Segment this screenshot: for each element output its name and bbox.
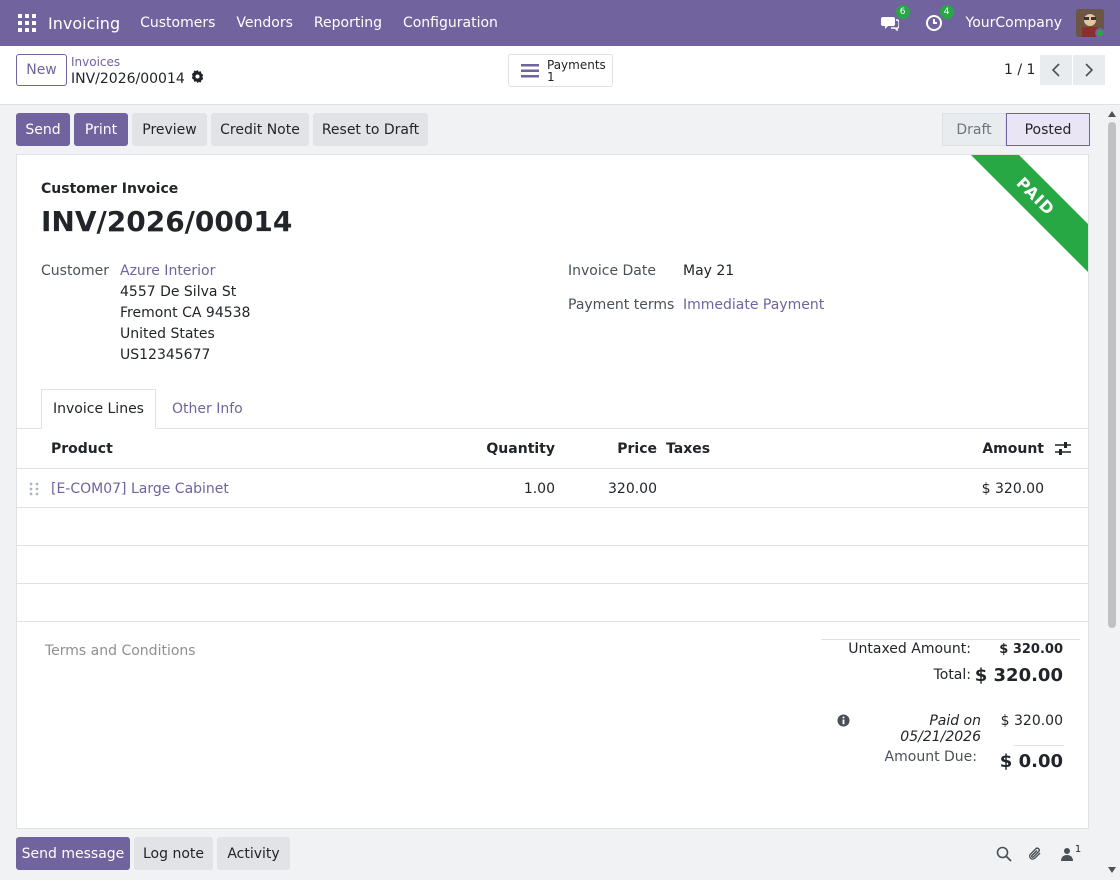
col-price[interactable]: Price [577, 429, 657, 469]
print-button[interactable]: Print [74, 113, 128, 146]
customer-label: Customer [41, 263, 110, 279]
paperclip-icon[interactable] [1025, 844, 1045, 864]
new-button[interactable]: New [16, 54, 67, 86]
chevron-left-icon [1052, 63, 1060, 77]
activities-badge: 4 [939, 5, 954, 19]
payment-terms-link[interactable]: Immediate Payment [683, 297, 824, 313]
customer-link[interactable]: Azure Interior [120, 263, 215, 279]
payments-label: Payments [547, 57, 606, 72]
menu-customers[interactable]: Customers [140, 15, 215, 31]
log-note-button[interactable]: Log note [134, 837, 213, 870]
paid-amount: $ 320.00 [1000, 713, 1063, 729]
address-line-1: 4557 De Silva St [120, 284, 237, 300]
status-draft[interactable]: Draft [942, 113, 1006, 146]
scrollbar-thumb[interactable] [1108, 122, 1116, 628]
app-name[interactable]: Invoicing [48, 14, 120, 33]
empty-row [17, 508, 1088, 546]
scroll-up-arrow-icon [1108, 111, 1116, 117]
activities-icon[interactable]: 4 [924, 5, 954, 33]
activity-button[interactable]: Activity [217, 837, 290, 870]
col-taxes[interactable]: Taxes [666, 429, 710, 469]
menu-reporting[interactable]: Reporting [314, 15, 382, 31]
invoice-date-label: Invoice Date [568, 263, 656, 279]
table-row[interactable]: [E-COM07] Large Cabinet 1.00 320.00 $ 32… [17, 469, 1088, 508]
invoice-title: INV/2026/00014 [41, 205, 293, 238]
reset-to-draft-button[interactable]: Reset to Draft [313, 113, 428, 146]
pager-value[interactable]: 1 / 1 [1004, 62, 1035, 78]
preview-button[interactable]: Preview [132, 113, 207, 146]
messages-badge: 6 [895, 5, 910, 19]
paid-ribbon: PAID [953, 155, 1088, 279]
messages-icon[interactable]: 6 [880, 5, 910, 33]
invoice-type-label: Customer Invoice [41, 181, 179, 197]
company-switcher[interactable]: YourCompany [966, 15, 1063, 31]
status-posted[interactable]: Posted [1006, 113, 1090, 146]
totals-divider [821, 639, 1080, 640]
line-product[interactable]: [E-COM07] Large Cabinet [51, 469, 229, 508]
line-quantity[interactable]: 1.00 [467, 469, 555, 508]
payment-terms-label: Payment terms [568, 297, 675, 313]
line-amount: $ 320.00 [981, 480, 1044, 497]
menu-vendors[interactable]: Vendors [236, 15, 292, 31]
followers-count: 1 [1074, 843, 1082, 855]
customer-vat: US12345677 [120, 347, 211, 363]
record-name: INV/2026/00014 [71, 70, 204, 87]
terms-and-conditions-field[interactable]: Terms and Conditions [45, 643, 196, 659]
amount-due-value: $ 0.00 [999, 751, 1063, 772]
tab-invoice-lines[interactable]: Invoice Lines [41, 389, 156, 429]
payments-smart-button[interactable]: Payments 1 [508, 54, 613, 87]
tab-other-info[interactable]: Other Info [172, 389, 243, 429]
apps-menu-icon[interactable] [18, 14, 36, 32]
paid-on-label: Paid on 05/21/2026 [900, 713, 981, 745]
user-avatar[interactable] [1076, 9, 1104, 37]
line-price[interactable]: 320.00 [577, 469, 657, 508]
due-divider [1014, 745, 1064, 746]
gear-icon[interactable] [191, 70, 204, 87]
invoice-date-field[interactable]: May 21 [683, 263, 734, 279]
lines-table-header: Product Quantity Price Taxes Amount [17, 429, 1088, 469]
send-message-button[interactable]: Send message [16, 837, 130, 870]
invoice-sheet: PAID Customer Invoice INV/2026/00014 Cus… [16, 154, 1089, 829]
column-settings-icon[interactable] [1055, 429, 1071, 469]
address-line-2: Fremont CA 94538 [120, 305, 251, 321]
amount-due-label: Amount Due: [884, 749, 977, 765]
untaxed-amount-value: $ 320.00 [999, 642, 1063, 657]
untaxed-amount-label: Untaxed Amount: [848, 641, 971, 657]
control-panel: New Invoices INV/2026/00014 Payments 1 1… [0, 46, 1120, 105]
followers-icon[interactable]: 1 [1058, 844, 1084, 864]
chevron-right-icon [1085, 63, 1093, 77]
total-value: $ 320.00 [974, 665, 1063, 686]
scroll-down-arrow-icon [1108, 867, 1116, 873]
empty-row [17, 546, 1088, 584]
list-icon [521, 63, 539, 77]
menu-configuration[interactable]: Configuration [403, 15, 498, 31]
address-line-3: United States [120, 326, 215, 342]
col-amount[interactable]: Amount [957, 429, 1044, 469]
empty-row [17, 584, 1088, 622]
info-icon[interactable] [837, 714, 850, 731]
col-quantity[interactable]: Quantity [467, 429, 555, 469]
page-scrollbar[interactable] [1106, 108, 1118, 880]
send-button[interactable]: Send [16, 113, 70, 146]
col-product[interactable]: Product [51, 429, 113, 469]
notebook-tabs: Invoice Lines Other Info [17, 389, 1088, 429]
top-navbar: Invoicing Customers Vendors Reporting Co… [0, 0, 1120, 46]
payments-count: 1 [547, 69, 555, 84]
record-name-text: INV/2026/00014 [71, 70, 185, 87]
pager-previous-button[interactable] [1040, 55, 1072, 85]
pager-next-button[interactable] [1073, 55, 1105, 85]
breadcrumb-invoices[interactable]: Invoices [71, 55, 120, 69]
online-status-dot [1095, 28, 1104, 37]
drag-handle-icon[interactable] [29, 469, 39, 508]
status-bar: Draft Posted [942, 113, 1090, 146]
search-icon[interactable] [994, 844, 1014, 864]
total-label: Total: [933, 667, 971, 683]
credit-note-button[interactable]: Credit Note [211, 113, 309, 146]
